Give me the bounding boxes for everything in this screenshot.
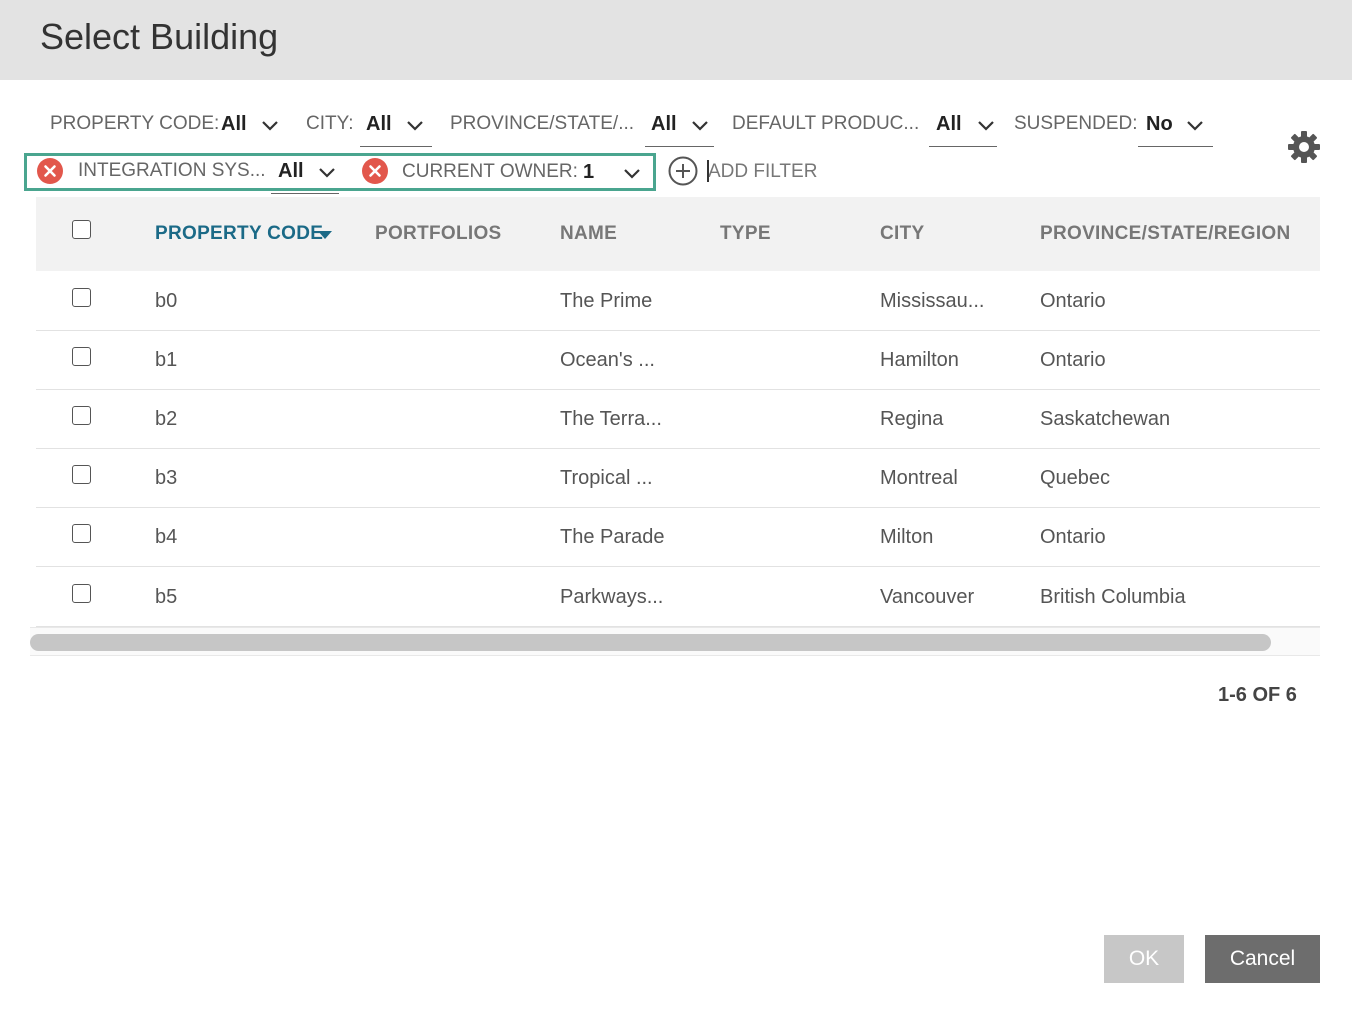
filter-label: PROPERTY CODE: — [50, 113, 220, 134]
plus-circle-icon — [668, 156, 698, 186]
text-cursor — [707, 160, 709, 182]
filter-label: PROVINCE/STATE/... — [450, 113, 635, 134]
filter-label: CITY: — [306, 113, 354, 134]
row-checkbox[interactable] — [72, 584, 91, 603]
column-header-name[interactable]: NAME — [560, 223, 617, 245]
add-filter-button[interactable]: ADD FILTER — [668, 156, 817, 186]
column-header-province[interactable]: PROVINCE/STATE/REGION — [1040, 223, 1291, 245]
cancel-button[interactable]: Cancel — [1205, 935, 1320, 983]
filter-default-product[interactable]: DEFAULT PRODUC... All — [732, 104, 998, 144]
column-header-type[interactable]: TYPE — [720, 223, 771, 245]
chevron-down-icon — [1187, 121, 1203, 131]
row-checkbox[interactable] — [72, 524, 91, 543]
row-checkbox[interactable] — [72, 347, 91, 366]
filter-suspended[interactable]: SUSPENDED: No — [1014, 104, 1214, 144]
filter-label: INTEGRATION SYS... — [78, 160, 266, 181]
sort-descending-icon — [318, 231, 332, 239]
cell-province: Saskatchewan — [1040, 408, 1171, 430]
pagination-info: 1-6 OF 6 — [1218, 684, 1297, 706]
filter-property-code[interactable]: PROPERTY CODE: All — [50, 104, 290, 144]
cell-name: The Terra... — [560, 408, 662, 430]
chevron-down-icon — [262, 121, 278, 131]
ok-button[interactable]: OK — [1104, 935, 1184, 983]
filter-underline — [360, 146, 432, 147]
chevron-down-icon — [319, 168, 335, 178]
cell-province: Ontario — [1040, 349, 1106, 371]
cell-property-code: b2 — [155, 408, 178, 430]
column-header-city[interactable]: CITY — [880, 223, 924, 245]
table-row[interactable] — [36, 449, 1320, 508]
cell-city: Montreal — [880, 467, 958, 489]
cell-province: Ontario — [1040, 290, 1106, 312]
cell-property-code: b4 — [155, 526, 178, 548]
table-row[interactable] — [36, 508, 1320, 567]
cell-name: Tropical ... — [560, 467, 653, 489]
table-row[interactable] — [36, 272, 1320, 331]
cell-province: Ontario — [1040, 526, 1106, 548]
filter-label: DEFAULT PRODUC... — [732, 113, 920, 134]
cell-name: The Prime — [560, 290, 653, 312]
cell-property-code: b3 — [155, 467, 178, 489]
filter-integration-system[interactable]: INTEGRATION SYS... All — [78, 151, 340, 191]
filter-value: 1 — [583, 160, 595, 183]
select-all-checkbox[interactable] — [72, 220, 91, 239]
add-filter-label: ADD FILTER — [708, 161, 818, 182]
cell-province: British Columbia — [1040, 586, 1186, 608]
row-checkbox[interactable] — [72, 465, 91, 484]
cell-property-code: b0 — [155, 290, 178, 312]
filter-city[interactable]: CITY: All — [306, 104, 436, 144]
chevron-down-icon — [978, 121, 994, 131]
column-header-portfolios[interactable]: PORTFOLIOS — [375, 223, 502, 245]
cell-city: Mississau... — [880, 290, 985, 312]
dialog-title: Select Building — [40, 16, 279, 57]
cell-city: Vancouver — [880, 586, 975, 608]
remove-filter-integration-button[interactable] — [37, 158, 63, 184]
scrollbar-thumb[interactable] — [30, 634, 1271, 651]
filter-underline — [1138, 146, 1213, 147]
chevron-down-icon — [692, 121, 708, 131]
row-checkbox[interactable] — [72, 406, 91, 425]
cell-city: Hamilton — [880, 349, 959, 371]
filter-value: All — [651, 112, 677, 135]
filter-underline — [271, 193, 339, 194]
cell-property-code: b1 — [155, 349, 178, 371]
filter-underline — [645, 146, 714, 147]
cell-city: Regina — [880, 408, 944, 430]
filter-underline — [929, 146, 997, 147]
gear-icon[interactable] — [1286, 129, 1322, 165]
row-checkbox[interactable] — [72, 288, 91, 307]
filter-current-owner[interactable]: CURRENT OWNER: 1 — [402, 152, 644, 192]
filter-value: All — [221, 112, 247, 135]
filter-value: No — [1146, 112, 1173, 135]
cell-name: The Parade — [560, 526, 665, 548]
filter-value: All — [366, 112, 392, 135]
remove-filter-owner-button[interactable] — [362, 158, 388, 184]
filter-value: All — [936, 112, 962, 135]
filter-label: SUSPENDED: — [1014, 113, 1138, 134]
cell-city: Milton — [880, 526, 934, 548]
cell-name: Ocean's ... — [560, 349, 655, 371]
close-icon — [369, 165, 381, 177]
filter-value: All — [278, 159, 304, 182]
filter-label: CURRENT OWNER: — [402, 161, 578, 182]
cell-property-code: b5 — [155, 586, 178, 608]
cell-province: Quebec — [1040, 467, 1111, 489]
close-icon — [44, 165, 56, 177]
column-header-property-code[interactable]: PROPERTY CODE — [155, 223, 323, 245]
filter-province[interactable]: PROVINCE/STATE/... All — [450, 104, 715, 144]
chevron-down-icon — [407, 121, 423, 131]
chevron-down-icon — [624, 169, 640, 179]
table-row[interactable] — [36, 331, 1320, 390]
dialog-header: Select Building — [0, 0, 1352, 80]
cell-name: Parkways... — [560, 586, 664, 608]
